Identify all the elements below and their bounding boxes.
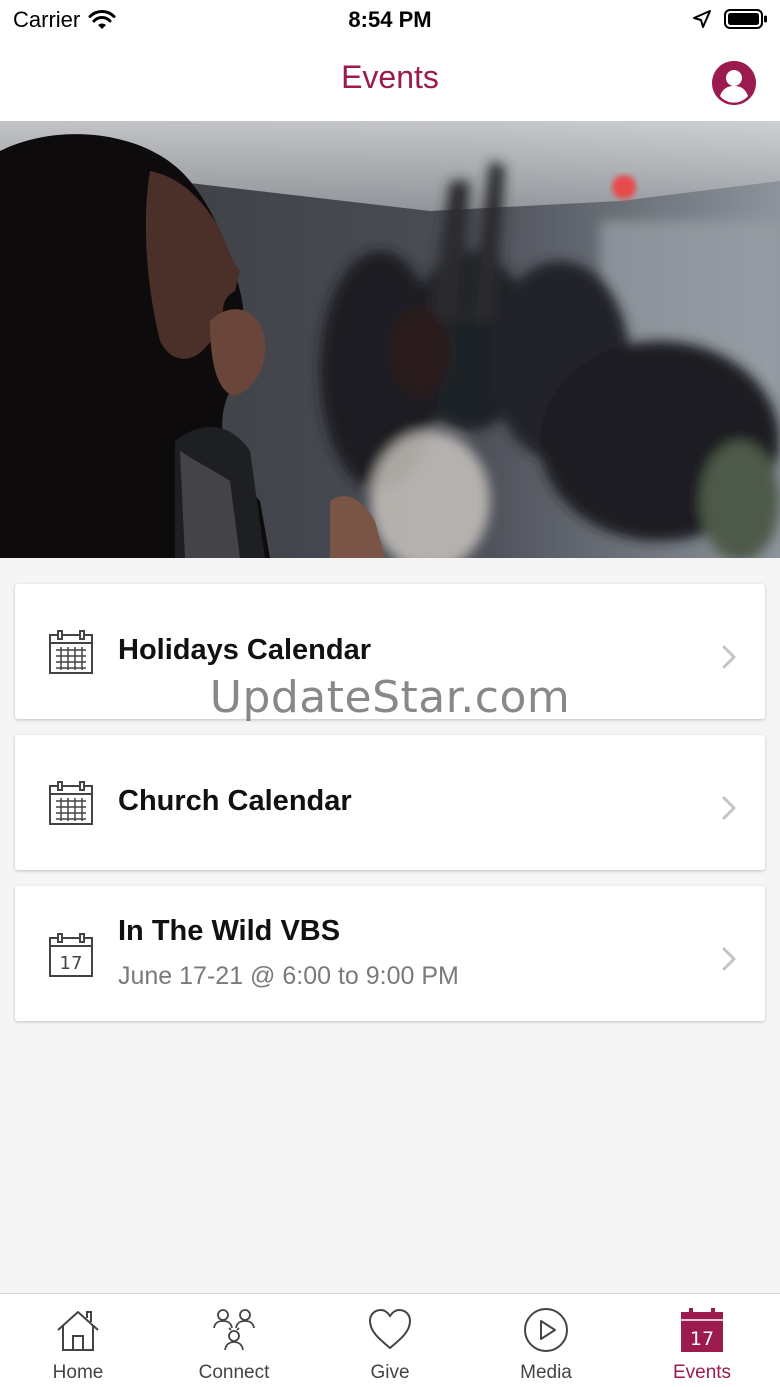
tab-label: Connect [198,1362,270,1383]
tab-bar: Home Connect Give Media 17 Events [0,1293,780,1387]
play-circle-icon [524,1308,568,1352]
tab-media[interactable]: Media [468,1294,624,1387]
tab-events[interactable]: 17 Events [624,1294,780,1387]
calendar-date-badge: 17 [60,953,83,974]
user-circle-icon [712,61,756,105]
tab-connect[interactable]: Connect [156,1294,312,1387]
heart-icon [368,1308,412,1350]
carrier: Carrier [13,7,116,33]
tab-give[interactable]: Give [312,1294,468,1387]
chevron-right-icon [722,645,736,669]
tab-label: Events [672,1362,732,1383]
profile-button[interactable] [712,61,756,105]
calendar-icon: 17 [681,1308,723,1352]
event-subtitle: June 17-21 @ 6:00 to 9:00 PM [118,962,459,990]
carrier-name: Carrier [13,7,81,32]
nav-header: Events [0,40,780,121]
status-bar: Carrier 8:54 PM [0,0,780,40]
calendar-badge: 17 [690,1328,714,1350]
people-icon [213,1309,255,1351]
status-indicators [692,8,768,30]
calendar-grid-icon [49,781,93,825]
event-title: Church Calendar [118,785,352,817]
calendar-grid-icon [49,630,93,674]
event-title: Holidays Calendar [118,634,372,666]
chevron-right-icon [722,947,736,971]
status-time: 8:54 PM [348,7,432,32]
battery-icon [724,9,767,29]
hero-image [0,121,780,558]
tab-label: Home [52,1362,104,1383]
tab-label: Give [370,1362,410,1383]
home-icon [57,1311,99,1351]
event-card-holidays[interactable]: Holidays Calendar [15,584,765,719]
event-title: In The Wild VBS [118,915,341,947]
event-card-vbs[interactable]: 17 In The Wild VBS June 17-21 @ 6:00 to … [15,886,765,1021]
tab-label: Media [520,1362,572,1383]
event-card-church[interactable]: Church Calendar [15,735,765,870]
wifi-icon [88,10,116,29]
page-title: Events [341,59,439,95]
chevron-right-icon [722,796,736,820]
location-arrow-icon [693,10,711,28]
tab-home[interactable]: Home [0,1294,156,1387]
calendar-date-icon: 17 [49,933,93,977]
worship-photo [0,121,780,558]
